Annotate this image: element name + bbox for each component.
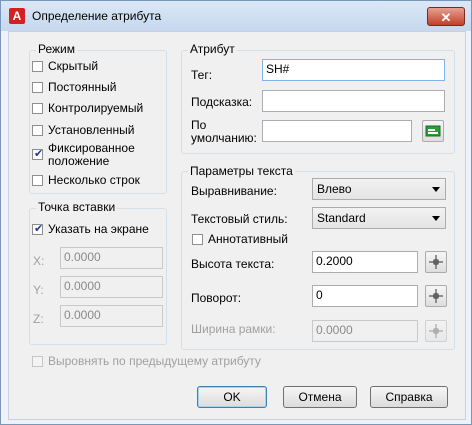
insertion-point-title: Точка вставки [36,200,118,214]
default-input[interactable] [262,120,412,142]
autocad-app-icon: A [9,8,25,24]
specify-on-screen-checkbox[interactable]: ✔ [32,223,44,235]
insert-field-button[interactable] [422,120,444,142]
preset-checkbox[interactable] [32,125,43,136]
text-parameters-title: Параметры текста [188,164,295,178]
text-height-label: Высота текста: [191,257,275,271]
mode-group-title: Режим [36,42,77,56]
boundary-width-input[interactable]: 0.0000 [312,320,418,342]
chevron-down-icon [432,216,440,221]
justification-label: Выравнивание: [191,184,277,198]
x-input[interactable]: 0.0000 [60,247,163,269]
help-button[interactable]: Справка [370,386,448,408]
specify-on-screen-label: Указать на экране [48,222,149,236]
multiline-label: Несколько строк [48,173,140,187]
hidden-label: Скрытый [48,59,99,73]
verify-label: Контролируемый [48,101,144,115]
prompt-label: Подсказка: [191,95,253,109]
window-title: Определение атрибута [32,9,162,23]
constant-label: Постоянный [48,80,117,94]
crosshair-pick-icon [429,255,443,269]
verify-checkbox[interactable] [32,103,43,114]
y-label: Y: [33,283,44,297]
x-label: X: [33,254,45,268]
annotative-checkbox[interactable] [192,234,203,245]
tag-input[interactable]: SH# [262,59,445,81]
pick-boundary-width-button[interactable] [425,320,447,342]
text-style-label: Текстовый стиль: [191,212,288,226]
rotation-label: Поворот: [191,291,242,305]
z-input[interactable]: 0.0000 [60,305,163,327]
check-mark-icon: ✔ [34,148,44,160]
hidden-checkbox[interactable] [32,61,43,72]
align-previous-label: Выровнять по предыдущему атрибуту [48,354,261,368]
close-button[interactable]: ✕ [427,7,465,26]
default-label-line1: По [191,118,207,132]
align-previous-checkbox[interactable] [32,356,43,367]
boundary-width-label: Ширина рамки: [191,322,276,336]
y-input[interactable]: 0.0000 [60,276,163,298]
tag-label: Тег: [191,68,213,82]
text-style-value: Standard [317,211,366,225]
lock-position-label: Фиксированное положение [48,141,135,168]
dialog-client-area: Режим Скрытый Постоянный Контролируемый … [8,31,466,420]
text-style-select[interactable]: Standard [312,207,446,229]
text-height-input[interactable]: 0.2000 [312,251,418,273]
z-label: Z: [33,312,44,326]
attribute-group-title: Атрибут [188,42,237,56]
multiline-checkbox[interactable] [32,175,43,186]
crosshair-pick-icon [429,289,443,303]
insert-field-icon [425,125,441,137]
prompt-input[interactable] [262,90,445,112]
dialog-window: A Определение атрибута ✕ Режим Скрытый П… [0,0,472,425]
default-label-line2: умолчанию: [191,131,257,145]
preset-label: Установленный [48,123,135,137]
crosshair-pick-icon [429,324,443,338]
lock-position-checkbox[interactable]: ✔ [32,148,44,160]
justification-select[interactable]: Влево [312,178,446,200]
pick-text-height-button[interactable] [425,251,447,273]
justification-value: Влево [317,182,352,196]
constant-checkbox[interactable] [32,82,43,93]
ok-button[interactable]: OK [197,386,267,408]
annotative-label: Аннотативный [208,232,288,246]
pick-rotation-button[interactable] [425,285,447,307]
cancel-button[interactable]: Отмена [283,386,357,408]
title-bar: A Определение атрибута ✕ [1,1,471,31]
chevron-down-icon [432,187,440,192]
rotation-input[interactable]: 0 [312,285,418,307]
check-mark-icon: ✔ [34,223,44,235]
